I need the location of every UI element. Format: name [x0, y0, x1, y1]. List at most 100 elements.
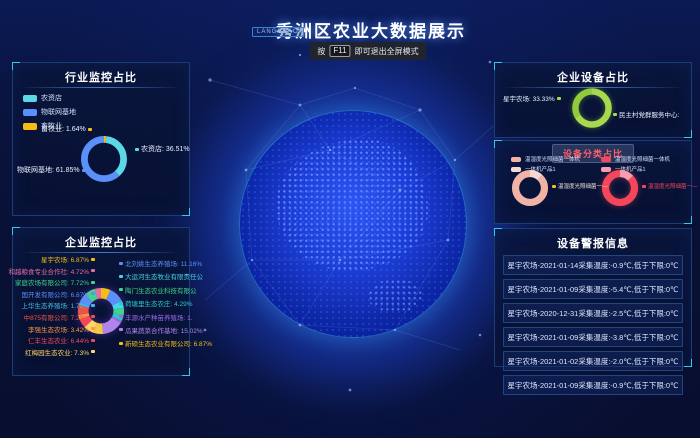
globe-continent-dots-small	[368, 279, 422, 313]
callout-dot	[557, 97, 561, 100]
callout-dot	[119, 302, 123, 305]
legend-swatch	[23, 109, 37, 116]
chart-callout: 家庭农场有限公司: 7.72%	[15, 277, 95, 287]
callout-text: 农资店: 36.51%	[141, 144, 190, 154]
title-divider	[23, 252, 179, 253]
panel-device-ratio: 企业设备占比 星宇农场: 33.33% 民主村党群服务中心:	[494, 62, 692, 138]
alarm-row: 星宇农场-2020-12-31采集温度:-2.5℃,低于下限:0℃	[503, 303, 683, 323]
callout-text: 新硕生态农业有限公司: 6.87%	[125, 338, 212, 348]
callout-text: 丰源水产种苗养殖场: 1.	[125, 312, 193, 322]
callout-text: 上华生态养殖场: 1.72%	[21, 300, 89, 310]
legend-swatch	[23, 123, 37, 130]
chart-callout: 民主村党群服务中心:	[613, 109, 679, 119]
callout-text: 瓜果蔬菜合作基地: 15.02%	[125, 325, 203, 335]
callout-text: 大运河生态牧业有限责任公	[125, 271, 203, 281]
callout-dot	[91, 339, 95, 342]
callout-dot	[119, 288, 123, 291]
alarm-row: 星宇农场-2021-01-02采集温度:-2.0℃,低于下限:0℃	[503, 351, 683, 371]
chart-callout: 红梅园生态农业: 7.3%	[25, 347, 95, 357]
fullscreen-tip: 按 F11 即可退出全屏模式	[309, 42, 426, 60]
callout-text: 荷塘里生态农庄: 4.29%	[125, 298, 193, 308]
panel-alarm-info: 设备警报信息 星宇农场-2021-01-14采集温度:-0.9℃,低于下限:0℃…	[494, 228, 692, 367]
panel-title: 企业设备占比	[495, 63, 691, 85]
legend-item[interactable]: 温湿度光照细菌一体机	[601, 155, 670, 163]
callout-dot	[613, 113, 617, 116]
legend-item[interactable]: 物联网基地	[23, 107, 76, 117]
callout-dot	[119, 328, 123, 331]
chart-callout: 荷塘里生态农庄: 4.29%	[119, 298, 207, 308]
alarm-row: 星宇农场-2021-01-09采集温度:-5.4℃,低于下限:0℃	[503, 279, 683, 299]
device-donut-chart[interactable]	[569, 85, 615, 131]
callout-dot	[91, 350, 95, 353]
enterprise-callouts-right: 北刘姚生态养殖场: 11.16% 大运河生态牧业有限责任公 陶门生态农业科技有限…	[119, 258, 207, 348]
chart-callout: 国开发有限公司: 6.87%	[21, 289, 95, 299]
callout-dot	[88, 128, 92, 131]
chart-callout: 大运河生态牧业有限责任公	[119, 271, 207, 281]
callout-text: 民主村党群服务中心:	[619, 109, 679, 119]
chart-callout: 星宇农场: 6.87%	[41, 254, 95, 264]
chart-callout: 上华生态养殖场: 1.72%	[21, 300, 95, 310]
callout-text: 中875有限公司: 7.29%	[24, 312, 89, 322]
chart-callout: 仁丰生态农业: 6.44%	[28, 335, 95, 345]
legend-swatch	[511, 157, 521, 162]
callout-dot	[119, 315, 123, 318]
callout-dot	[91, 292, 95, 295]
legend-item[interactable]: 温湿度光照细菌一体机	[511, 155, 580, 163]
legend-item[interactable]: 农资店	[23, 93, 76, 103]
chart-callout: 陶门生态农业科技有限公	[119, 285, 207, 295]
callout-dot	[91, 327, 95, 330]
globe	[239, 110, 467, 338]
callout-dot	[119, 262, 123, 265]
callout-text: 畜牧业: 1.64%	[41, 124, 86, 134]
callout-dot	[91, 281, 95, 284]
alarm-row: 星宇农场-2021-01-09采集温度:-3.8℃,低于下限:0℃	[503, 327, 683, 347]
legend-label: 温湿度光照细菌一体机	[615, 155, 670, 163]
chart-callout: 农资店: 36.51%	[135, 144, 190, 154]
callout-dot	[82, 169, 86, 172]
callout-dot	[91, 315, 95, 318]
chart-callout: 新硕生态农业有限公司: 6.87%	[119, 338, 207, 348]
callout-text: 国开发有限公司: 6.87%	[21, 289, 89, 299]
callout-text: 李强生态农场: 3.42%	[28, 324, 89, 334]
callout-text: 红梅园生态农业: 7.3%	[25, 347, 89, 357]
panel-title: 企业监控占比	[13, 228, 189, 250]
callout-dot	[91, 304, 95, 307]
callout-text: 温湿度光照细菌一—	[558, 182, 608, 190]
legend-swatch	[601, 157, 611, 162]
legend-label: 农资店	[41, 93, 62, 103]
dashboard: LANGCHAO 秀洲区农业大数据展示 按 F11 即可退出全屏模式 行业监控占…	[0, 0, 700, 438]
callout-text: 家庭农场有限公司: 7.72%	[15, 277, 89, 287]
callout-dot	[552, 185, 556, 188]
chart-callout: 李强生态农场: 3.42%	[28, 324, 95, 334]
callout-text: 和越粮食专业合作社: 4.72%	[8, 266, 89, 276]
callout-text: 北刘姚生态养殖场: 11.16%	[125, 258, 202, 268]
callout-text: 星宇农场: 6.87%	[41, 254, 89, 264]
callout-dot	[119, 275, 123, 278]
callout-text: 星宇农场: 33.33%	[503, 93, 555, 103]
callout-text: 陶门生态农业科技有限公	[125, 285, 197, 295]
panel-title: 设备警报信息	[495, 229, 691, 251]
chart-callout: 星宇农场: 33.33%	[503, 93, 561, 103]
alarm-row: 星宇农场-2021-01-09采集温度:-0.9℃,低于下限:0℃	[503, 375, 683, 395]
panel-device-category: 设备分类占比 温湿度光照细菌一体机 一体机产品1 温湿度光照细菌一体机 一体机产…	[494, 140, 692, 224]
callout-text: 温湿度光照细菌一—	[648, 182, 698, 190]
chart-callout: 物联网基地: 61.85%	[17, 165, 86, 175]
tip-suffix: 即可退出全屏模式	[355, 46, 419, 57]
globe-continent-dots	[276, 139, 428, 271]
panel-enterprise-monitor: 企业监控占比 星宇农场: 6.87% 和越粮食专业合作社: 4.72% 家庭农场…	[12, 227, 190, 376]
industry-donut-chart[interactable]	[76, 131, 132, 187]
legend-label: 物联网基地	[41, 107, 76, 117]
alarm-row: 星宇农场-2021-01-14采集温度:-0.9℃,低于下限:0℃	[503, 255, 683, 275]
chart-callout: 瓜果蔬菜合作基地: 15.02%	[119, 325, 207, 335]
callout-dot	[91, 258, 95, 261]
callout-dot	[642, 185, 646, 188]
chart-callout: 北刘姚生态养殖场: 11.16%	[119, 258, 207, 268]
panel-title: 行业监控占比	[13, 63, 189, 85]
f11-key-badge: F11	[329, 45, 350, 57]
panel-industry-monitor: 行业监控占比 农资店 物联网基地 畜牧业 畜牧业: 1.64% 农资店: 36.…	[12, 62, 190, 216]
callout-dot	[135, 148, 139, 151]
callout-dot	[91, 269, 95, 272]
chart-callout: 畜牧业: 1.64%	[41, 124, 92, 134]
chart-callout: 和越粮食专业合作社: 4.72%	[8, 266, 95, 276]
category-donut-left[interactable]	[511, 169, 549, 207]
